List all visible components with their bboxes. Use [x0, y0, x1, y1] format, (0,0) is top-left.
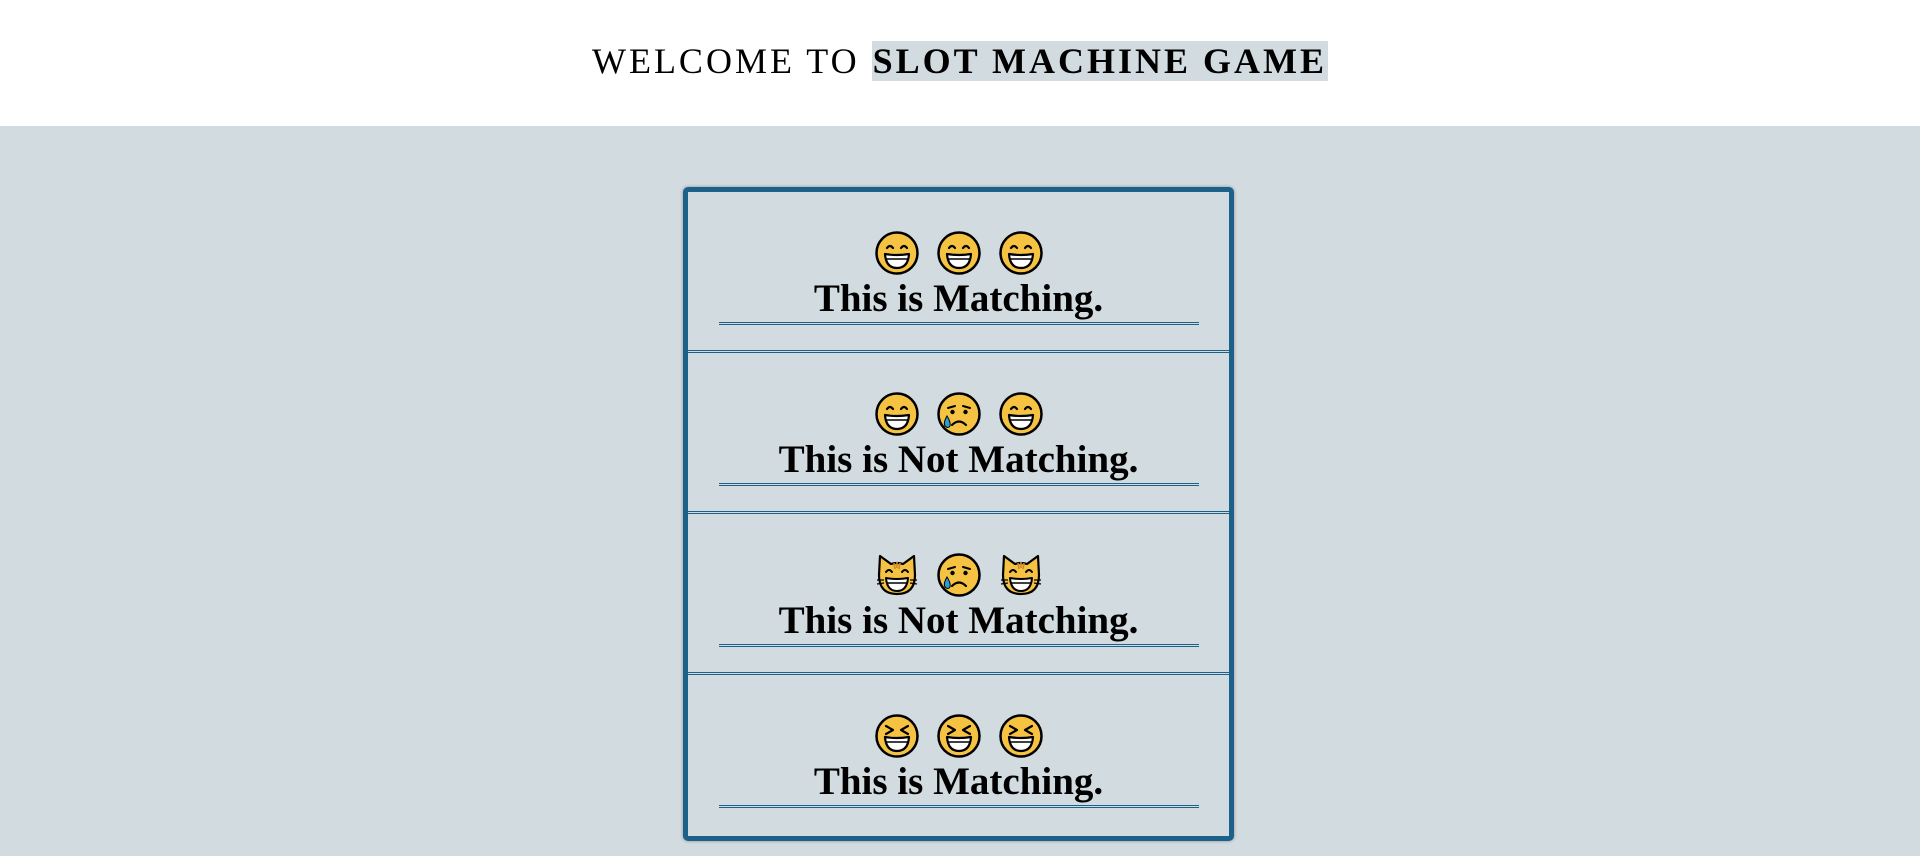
grinning-cat-icon [875, 553, 919, 597]
slot-machine: This is Matching. This is Not Matching. [683, 187, 1234, 841]
page-title: WELCOME TO SLOT MACHINE GAME [0, 37, 1920, 85]
slot-reels [688, 553, 1229, 597]
result-underline [719, 805, 1199, 808]
slot-row: This is Matching. [688, 192, 1229, 353]
result-text: This is Matching. [813, 277, 1104, 320]
header: WELCOME TO SLOT MACHINE GAME [0, 0, 1920, 126]
result-text: This is Not Matching. [778, 438, 1139, 481]
grinning-face-icon [874, 231, 919, 275]
result-underline [719, 322, 1199, 325]
result-text: This is Matching. [813, 760, 1104, 803]
grinning-face-icon [936, 231, 981, 275]
squinting-laughing-face-icon [936, 714, 981, 758]
slot-row: This is Not Matching. [688, 514, 1229, 675]
squinting-laughing-face-icon [874, 714, 919, 758]
crying-face-icon [936, 392, 981, 436]
slot-row: This is Matching. [688, 675, 1229, 836]
grinning-cat-icon [999, 553, 1043, 597]
grinning-face-icon [874, 392, 919, 436]
slot-row: This is Not Matching. [688, 353, 1229, 514]
result-underline [719, 483, 1199, 486]
crying-face-icon [936, 553, 981, 597]
slot-reels [688, 714, 1229, 758]
title-highlight: SLOT MACHINE GAME [871, 41, 1329, 81]
grinning-face-icon [998, 392, 1043, 436]
squinting-laughing-face-icon [998, 714, 1043, 758]
slot-reels [688, 392, 1229, 436]
grinning-face-icon [998, 231, 1043, 275]
title-prefix: WELCOME TO [591, 41, 872, 81]
result-underline [719, 644, 1199, 647]
slot-reels [688, 231, 1229, 275]
result-text: This is Not Matching. [778, 599, 1139, 642]
